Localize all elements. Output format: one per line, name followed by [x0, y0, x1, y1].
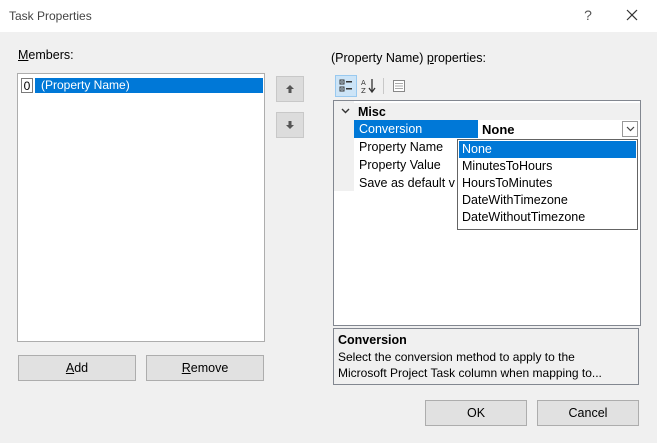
description-title: Conversion — [338, 333, 407, 347]
move-down-button[interactable] — [276, 112, 304, 138]
chevron-down-icon — [626, 126, 634, 132]
description-line: Select the conversion method to apply to… — [338, 350, 575, 364]
dropdown-option-date-with-timezone[interactable]: DateWithTimezone — [459, 192, 636, 209]
window-title: Task Properties — [9, 9, 92, 23]
help-button[interactable]: ? — [577, 2, 599, 28]
svg-text:A: A — [361, 79, 366, 87]
properties-label: (Property Name) properties: — [331, 51, 486, 65]
close-icon — [626, 9, 638, 21]
arrow-up-icon — [286, 85, 294, 93]
dropdown-option-date-without-timezone[interactable]: DateWithoutTimezone — [459, 209, 636, 226]
property-grid-toolbar: A Z — [334, 75, 434, 99]
description-panel: Conversion Select the conversion method … — [333, 328, 639, 385]
cancel-button[interactable]: Cancel — [537, 400, 639, 426]
property-name-cell: Save as default v — [359, 176, 455, 190]
collapse-toggle[interactable] — [339, 105, 351, 117]
title-bar — [0, 0, 657, 32]
members-label: Members: — [18, 48, 74, 62]
dropdown-option-minutes-to-hours[interactable]: MinutesToHours — [459, 158, 636, 175]
move-up-button[interactable] — [276, 76, 304, 102]
conversion-dropdown-list[interactable]: None MinutesToHours HoursToMinutes DateW… — [457, 139, 638, 230]
alphabetical-button[interactable]: A Z — [358, 75, 380, 97]
categorized-button[interactable] — [335, 75, 357, 97]
toolbar-separator — [383, 78, 384, 94]
description-line: Microsoft Project Task column when mappi… — [338, 366, 602, 380]
sort-alphabetical-icon: A Z — [361, 79, 376, 94]
property-name-cell: Conversion — [354, 120, 478, 138]
property-name-cell: Property Value — [359, 158, 441, 172]
member-name: (Property Name) — [35, 78, 263, 93]
arrow-down-icon — [286, 121, 294, 129]
property-value[interactable]: None — [482, 122, 515, 137]
property-name-cell: Property Name — [359, 140, 444, 154]
categorized-icon — [339, 79, 352, 92]
property-pages-button[interactable] — [388, 75, 410, 97]
members-list[interactable]: 0 (Property Name) — [17, 73, 265, 342]
add-button[interactable]: Add — [18, 355, 136, 381]
ok-button[interactable]: OK — [425, 400, 527, 426]
dropdown-option-none[interactable]: None — [459, 141, 636, 158]
property-pages-icon — [393, 80, 405, 92]
remove-button[interactable]: Remove — [146, 355, 264, 381]
category-row[interactable]: Misc — [334, 103, 640, 120]
property-row-conversion[interactable]: Conversion None — [354, 120, 640, 138]
list-item[interactable]: 0 (Property Name) — [21, 78, 264, 93]
close-button[interactable] — [618, 2, 646, 28]
svg-text:Z: Z — [361, 87, 366, 94]
description-text: Select the conversion method to apply to… — [338, 349, 636, 381]
dropdown-button[interactable] — [622, 121, 638, 137]
member-index: 0 — [21, 78, 33, 93]
dropdown-option-hours-to-minutes[interactable]: HoursToMinutes — [459, 175, 636, 192]
chevron-down-icon — [341, 108, 349, 114]
category-name: Misc — [358, 105, 386, 119]
